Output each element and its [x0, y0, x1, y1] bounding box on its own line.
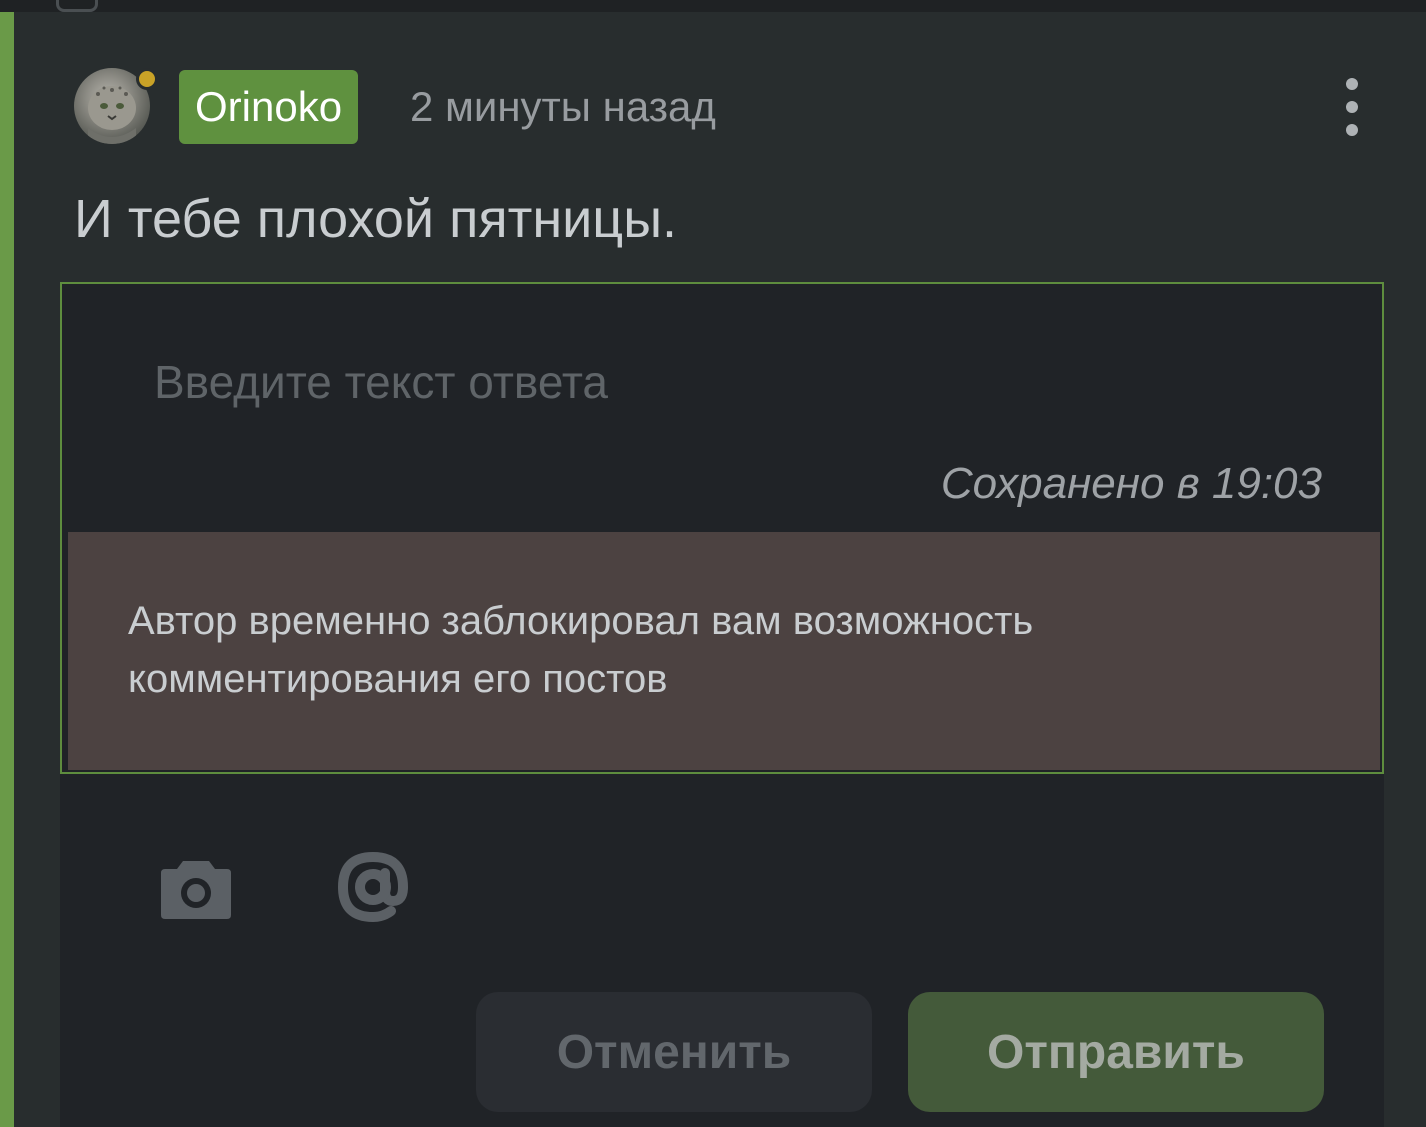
author-name[interactable]: Orinoko [179, 70, 359, 144]
draft-saved-status: Сохранено в 19:03 [940, 459, 1322, 508]
checkbox[interactable] [56, 0, 98, 12]
send-button[interactable]: Отправить [908, 992, 1324, 1112]
reply-editor: Сохранено в 19:03 Автор временно заблоки… [60, 282, 1384, 774]
thread-indicator-bar [0, 12, 14, 1127]
top-strip [0, 0, 1426, 12]
online-status-dot [136, 68, 158, 90]
author-avatar[interactable] [74, 68, 158, 144]
comment-timestamp[interactable]: 2 минуты назад [410, 80, 716, 134]
attach-photo-button[interactable] [156, 850, 236, 926]
blocked-notice-text: Автор временно заблокировал вам возможно… [128, 599, 1034, 701]
reply-input[interactable] [154, 352, 1254, 412]
camera-icon [161, 861, 231, 919]
cancel-button[interactable]: Отменить [476, 992, 872, 1112]
at-icon [337, 851, 409, 923]
reply-form: Сохранено в 19:03 Автор временно заблоки… [60, 282, 1384, 1127]
comment-text: И тебе плохой пятницы. [74, 189, 678, 249]
more-vertical-icon [1346, 78, 1358, 90]
mention-button[interactable] [328, 842, 418, 932]
more-options-button[interactable] [1332, 74, 1372, 140]
blocked-notice: Автор временно заблокировал вам возможно… [68, 532, 1380, 770]
